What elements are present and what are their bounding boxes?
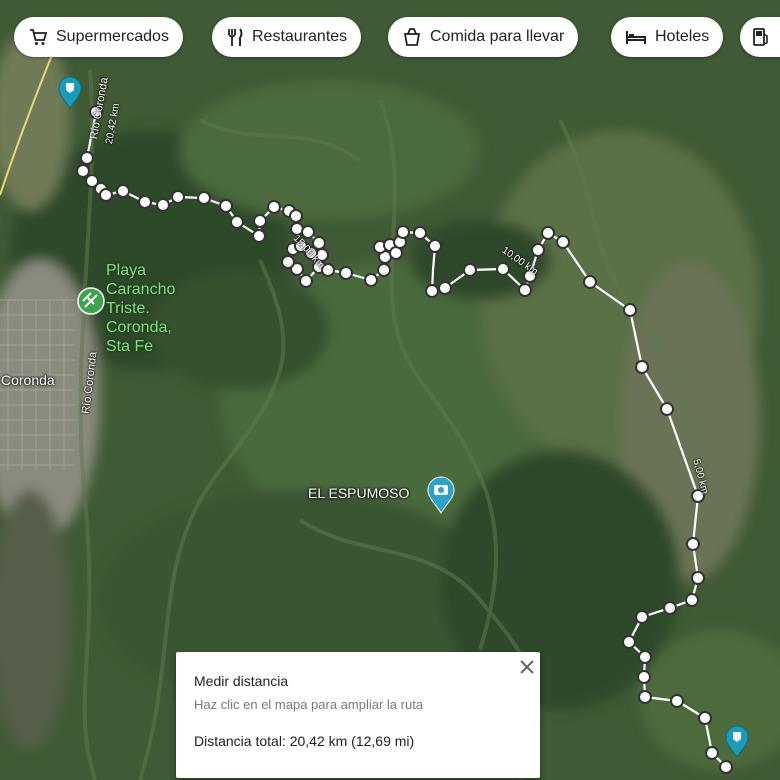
- route-point[interactable]: [197, 191, 211, 205]
- chip-gasolineras[interactable]: [740, 17, 780, 57]
- route-point[interactable]: [583, 275, 597, 289]
- route-point[interactable]: [425, 284, 439, 298]
- route-point[interactable]: [698, 711, 712, 725]
- bed-icon: [626, 31, 646, 44]
- route-point[interactable]: [670, 694, 684, 708]
- town-label-coronda[interactable]: Coronda: [1, 372, 55, 388]
- route-point[interactable]: [76, 164, 90, 178]
- route-point[interactable]: [339, 266, 353, 280]
- chip-label: Restaurantes: [252, 28, 348, 45]
- route-point[interactable]: [635, 610, 649, 624]
- place-label-playa[interactable]: Playa Carancho Triste. Coronda, Sta Fe: [106, 261, 175, 356]
- route-point[interactable]: [637, 670, 651, 684]
- route-point[interactable]: [428, 239, 442, 253]
- close-icon[interactable]: [518, 658, 536, 676]
- route-point[interactable]: [299, 274, 313, 288]
- route-point[interactable]: [638, 690, 652, 704]
- place-label-el-espumoso[interactable]: EL ESPUMOSO: [308, 485, 409, 501]
- route-point[interactable]: [556, 235, 570, 249]
- route-point[interactable]: [99, 188, 113, 202]
- beach-place-icon[interactable]: [77, 287, 105, 315]
- panel-hint: Haz clic en el mapa para ampliar la ruta: [194, 697, 424, 712]
- total-distance: Distancia total: 20,42 km (12,69 mi): [194, 733, 415, 749]
- route-point[interactable]: [541, 226, 555, 240]
- route-point[interactable]: [267, 200, 281, 214]
- route-point[interactable]: [377, 263, 391, 277]
- route-point[interactable]: [156, 198, 170, 212]
- route-point[interactable]: [531, 243, 545, 257]
- takeout-icon: [403, 28, 421, 46]
- route-point[interactable]: [364, 273, 378, 287]
- route-point[interactable]: [138, 195, 152, 209]
- route-point[interactable]: [230, 215, 244, 229]
- chip-label: Hoteles: [655, 28, 710, 45]
- route-point[interactable]: [635, 360, 649, 374]
- route-point[interactable]: [622, 635, 636, 649]
- fork-knife-icon: [228, 28, 243, 46]
- route-point[interactable]: [438, 281, 452, 295]
- chip-comida-para-llevar[interactable]: Comida para llevar: [388, 17, 579, 57]
- chip-hoteles[interactable]: Hoteles: [611, 17, 724, 57]
- route-point[interactable]: [518, 283, 532, 297]
- route-point[interactable]: [219, 199, 233, 213]
- route-point[interactable]: [496, 262, 510, 276]
- route-point[interactable]: [663, 601, 677, 615]
- route-point[interactable]: [396, 225, 410, 239]
- route-point[interactable]: [691, 571, 705, 585]
- chip-supermercados[interactable]: Supermercados: [14, 17, 183, 57]
- route-point[interactable]: [623, 303, 637, 317]
- route-point[interactable]: [289, 209, 303, 223]
- route-point[interactable]: [719, 760, 733, 774]
- route-point[interactable]: [413, 226, 427, 240]
- cart-icon: [30, 29, 48, 45]
- panel-title: Medir distancia: [194, 673, 289, 689]
- route-point[interactable]: [638, 650, 652, 664]
- route-point[interactable]: [660, 402, 674, 416]
- chip-restaurantes[interactable]: Restaurantes: [212, 17, 362, 57]
- route-point[interactable]: [705, 746, 719, 760]
- route-point[interactable]: [171, 190, 185, 204]
- route-point[interactable]: [116, 184, 130, 198]
- route-point[interactable]: [685, 593, 699, 607]
- route-point[interactable]: [80, 151, 94, 165]
- route-point[interactable]: [686, 537, 700, 551]
- route-point[interactable]: [301, 225, 315, 239]
- route-point[interactable]: [252, 229, 266, 243]
- route-point[interactable]: [253, 214, 267, 228]
- chip-label: Comida para llevar: [430, 28, 565, 45]
- route-point[interactable]: [281, 255, 295, 269]
- measure-distance-panel: Medir distancia Haz clic en el mapa para…: [176, 652, 540, 778]
- chip-label: Supermercados: [56, 28, 169, 45]
- route-point[interactable]: [463, 263, 477, 277]
- gas-station-icon: [753, 28, 768, 46]
